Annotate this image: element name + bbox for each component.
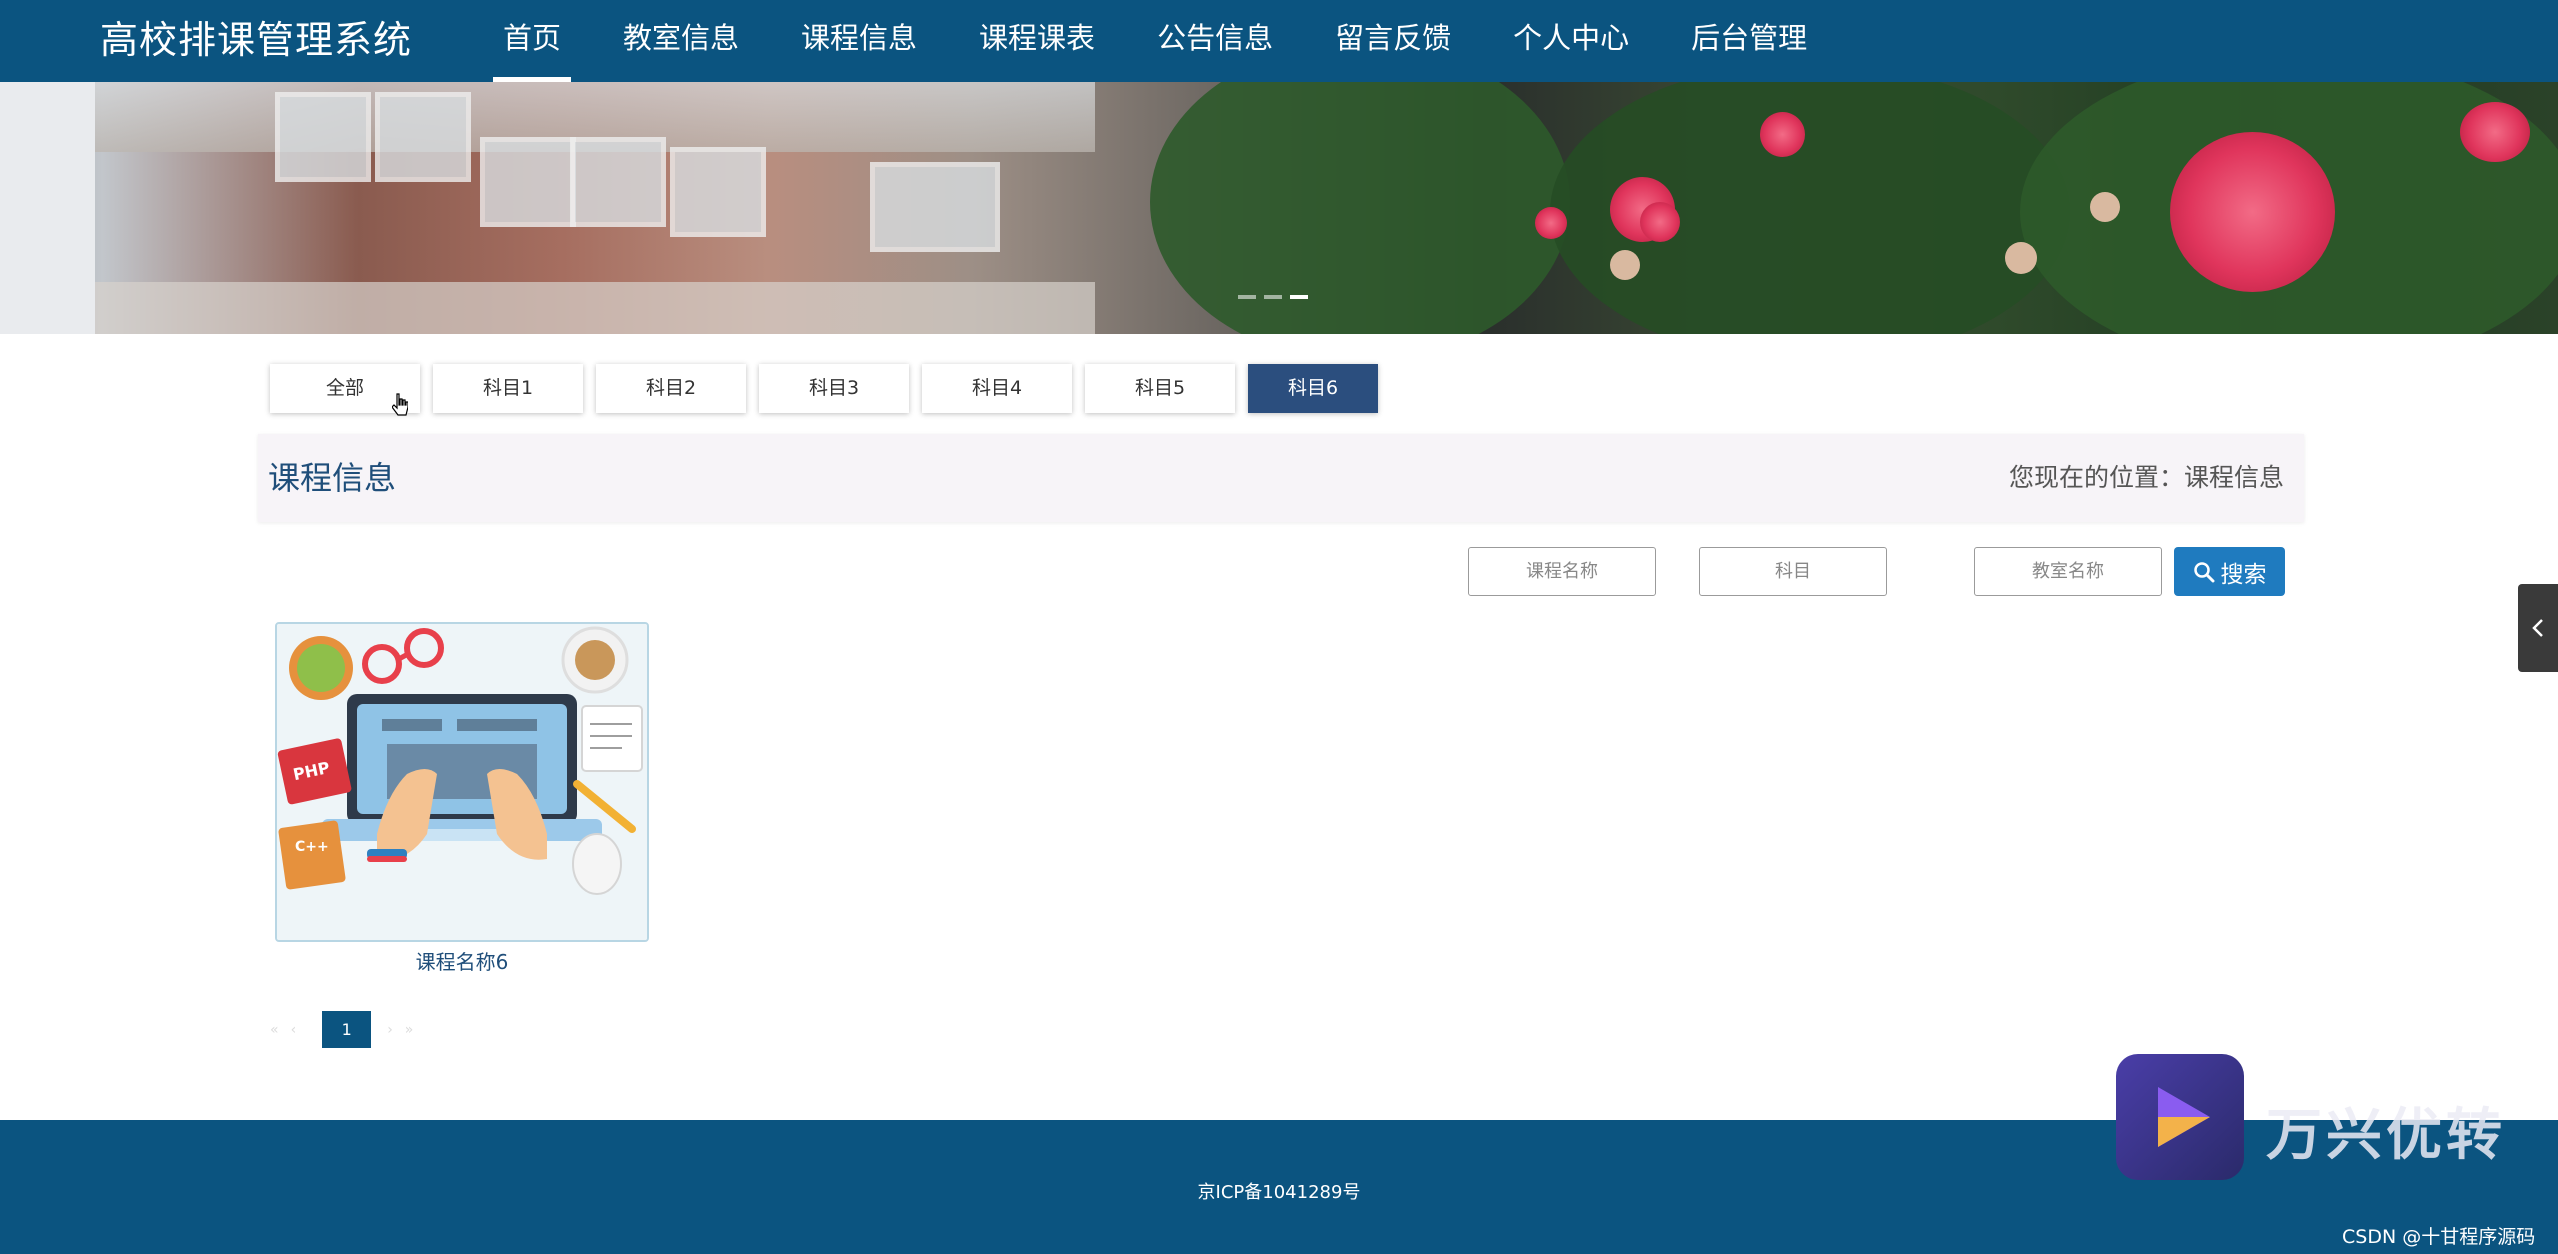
course-image: PHP C++ bbox=[277, 624, 647, 940]
nav-course-schedule[interactable]: 课程课表 bbox=[956, 0, 1118, 82]
carousel-dot[interactable] bbox=[1264, 295, 1282, 299]
banner-edge bbox=[0, 82, 95, 334]
prev-page-icon[interactable]: ‹ bbox=[291, 1022, 297, 1038]
banner-flower bbox=[1640, 202, 1680, 242]
category-tabs: 全部 科目1 科目2 科目3 科目4 科目5 科目6 bbox=[270, 364, 1391, 413]
banner-window bbox=[570, 137, 666, 227]
breadcrumb: 您现在的位置：课程信息 bbox=[2008, 463, 2284, 492]
chevron-left-icon bbox=[2532, 619, 2543, 637]
banner-ground bbox=[95, 282, 1095, 334]
svg-text:C++: C++ bbox=[295, 839, 329, 855]
search-button-label: 搜索 bbox=[2220, 561, 2267, 588]
category-subject-2[interactable]: 科目2 bbox=[596, 364, 746, 413]
banner-foliage bbox=[1150, 82, 1570, 334]
section-header: 课程信息 您现在的位置：课程信息 bbox=[258, 434, 2304, 522]
nav-course-info[interactable]: 课程信息 bbox=[778, 0, 940, 82]
top-header: 高校排课管理系统 首页 教室信息 课程信息 课程课表 公告信息 留言反馈 个人中… bbox=[0, 0, 2558, 82]
current-page[interactable]: 1 bbox=[322, 1011, 372, 1048]
side-panel-toggle[interactable] bbox=[2518, 584, 2558, 672]
banner-carousel[interactable] bbox=[0, 82, 2558, 334]
search-icon bbox=[2193, 561, 2214, 582]
nav-home[interactable]: 首页 bbox=[480, 0, 584, 82]
carousel-dot[interactable] bbox=[1238, 295, 1256, 299]
banner-flower bbox=[2460, 102, 2530, 162]
site-title[interactable]: 高校排课管理系统 bbox=[100, 12, 412, 68]
subject-input[interactable] bbox=[1699, 547, 1887, 596]
first-page-icon[interactable]: « bbox=[270, 1022, 279, 1038]
banner-flower bbox=[2170, 132, 2335, 292]
carousel-dot-active[interactable] bbox=[1290, 295, 1308, 299]
banner-bud bbox=[2090, 192, 2120, 222]
banner-window bbox=[480, 137, 576, 227]
category-subject-6[interactable]: 科目6 bbox=[1248, 364, 1378, 413]
main-nav: 首页 教室信息 课程信息 课程课表 公告信息 留言反馈 个人中心 后台管理 bbox=[480, 0, 1846, 82]
course-card[interactable]: PHP C++ bbox=[275, 622, 649, 942]
category-subject-4[interactable]: 科目4 bbox=[922, 364, 1072, 413]
banner-bud bbox=[2005, 242, 2037, 274]
csdn-watermark: CSDN @十甘程序源码 bbox=[2342, 1226, 2536, 1248]
pointer-cursor-icon bbox=[392, 393, 408, 416]
banner-window bbox=[670, 147, 766, 237]
pagination: « ‹ 1 › » bbox=[270, 1011, 425, 1048]
carousel-indicators bbox=[1238, 295, 1308, 299]
nav-feedback[interactable]: 留言反馈 bbox=[1312, 0, 1474, 82]
nav-classroom-info[interactable]: 教室信息 bbox=[600, 0, 762, 82]
nav-announcements[interactable]: 公告信息 bbox=[1134, 0, 1296, 82]
banner-window bbox=[870, 162, 1000, 252]
course-name-input[interactable] bbox=[1468, 547, 1656, 596]
banner-flower bbox=[1535, 207, 1567, 239]
category-subject-5[interactable]: 科目5 bbox=[1085, 364, 1235, 413]
banner-flower bbox=[1760, 112, 1805, 157]
next-page-icon[interactable]: › bbox=[387, 1022, 393, 1038]
last-page-icon[interactable]: » bbox=[405, 1022, 414, 1038]
category-subject-3[interactable]: 科目3 bbox=[759, 364, 909, 413]
watermark-text: 万兴优转 bbox=[2266, 1103, 2506, 1168]
banner-window bbox=[375, 92, 471, 182]
watermark-logo bbox=[2116, 1054, 2244, 1180]
course-name-link[interactable]: 课程名称6 bbox=[275, 946, 649, 975]
nav-personal-center[interactable]: 个人中心 bbox=[1490, 0, 1652, 82]
play-icon bbox=[2158, 1087, 2210, 1147]
nav-admin[interactable]: 后台管理 bbox=[1668, 0, 1830, 82]
category-subject-1[interactable]: 科目1 bbox=[433, 364, 583, 413]
icp-license: 京ICP备1041289号 bbox=[1197, 1182, 1361, 1203]
banner-window bbox=[275, 92, 371, 182]
section-title: 课程信息 bbox=[268, 459, 397, 497]
classroom-name-input[interactable] bbox=[1974, 547, 2162, 596]
search-button[interactable]: 搜索 bbox=[2174, 547, 2285, 596]
banner-bud bbox=[1610, 250, 1640, 280]
